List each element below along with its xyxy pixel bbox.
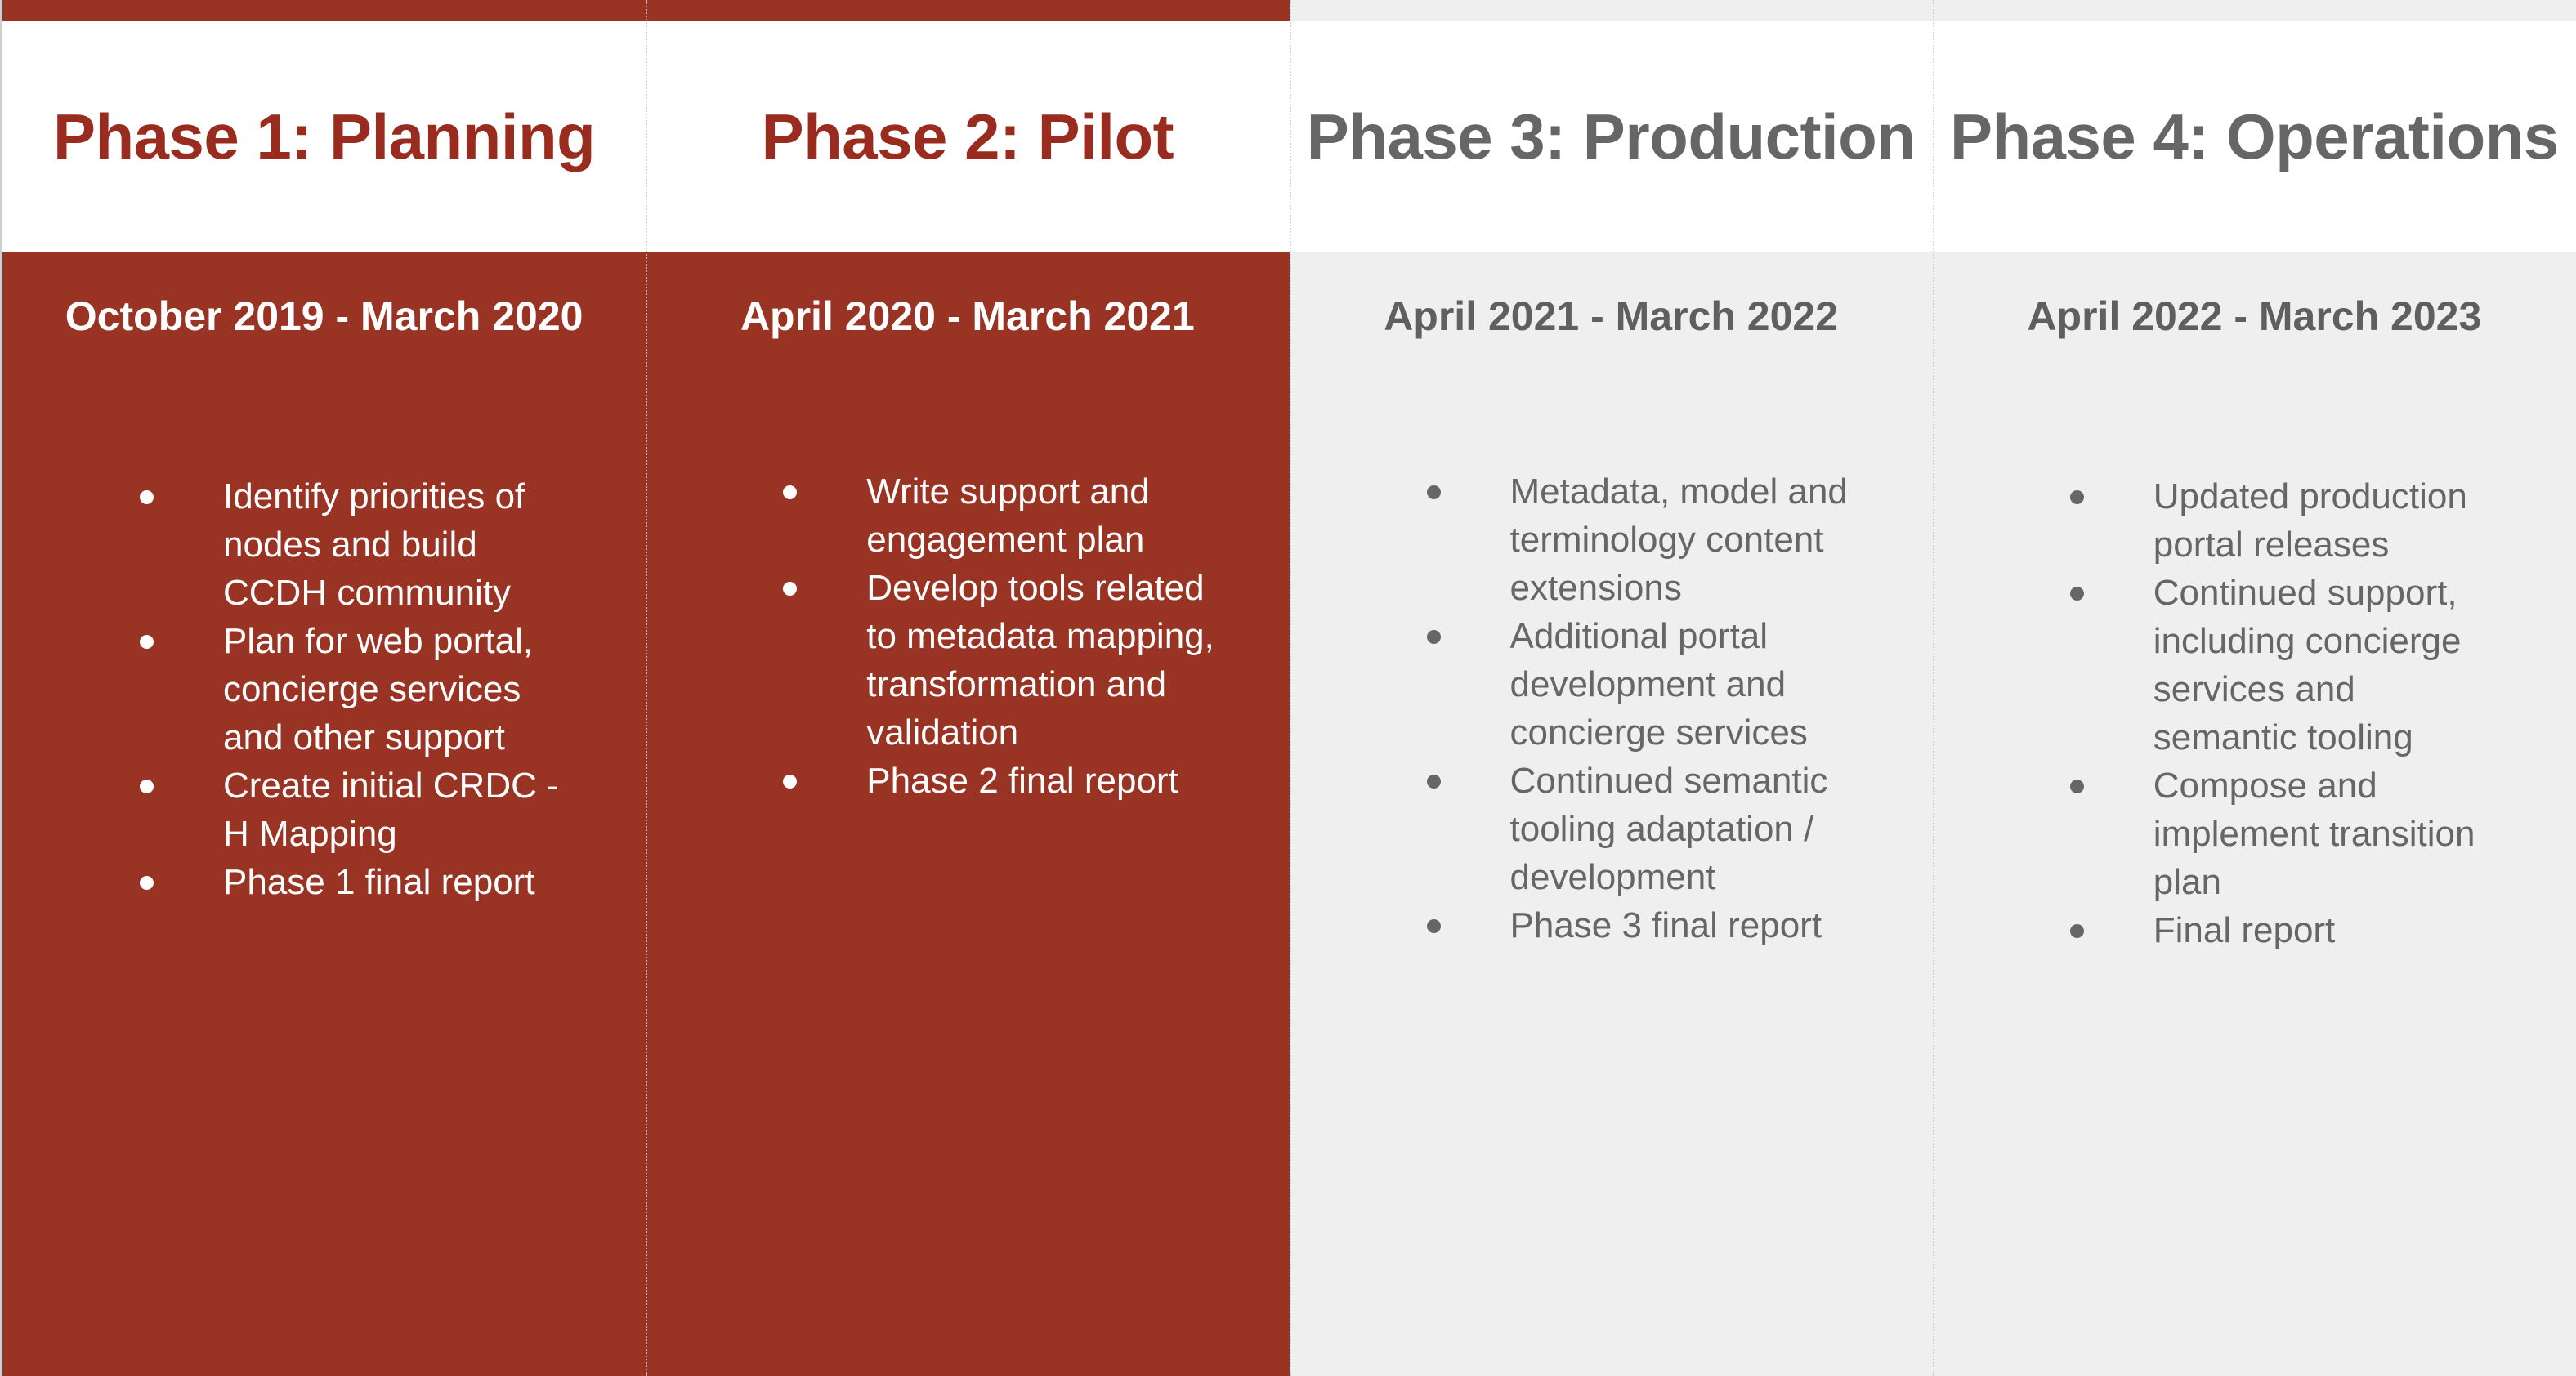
list-item: Create initial CRDC -H Mapping: [140, 762, 575, 858]
list-item: Phase 1 final report: [140, 858, 575, 906]
list-item: Develop tools related to metadata mappin…: [783, 564, 1226, 757]
phase-1-column: Phase 1: Planning October 2019 - March 2…: [2, 0, 646, 1376]
phase-1-dates: October 2019 - March 2020: [65, 293, 584, 339]
list-item: Additional portal development and concie…: [1426, 612, 1862, 757]
phase-1-title: Phase 1: Planning: [52, 100, 596, 172]
phase-4-body: April 2022 - March 2023 Updated producti…: [1932, 252, 2576, 1376]
phase-2-title: Phase 2: Pilot: [761, 100, 1174, 172]
phase-1-header: Phase 1: Planning: [2, 21, 646, 252]
phase-3-top-bar: [1289, 0, 1933, 21]
phase-3-column: Phase 3: Production April 2021 - March 2…: [1289, 0, 1933, 1376]
phase-3-header: Phase 3: Production: [1289, 21, 1933, 252]
list-item: Continued support, including concierge s…: [2069, 569, 2497, 762]
phase-4-header: Phase 4: Operations: [1932, 21, 2576, 252]
phase-1-task-list: Identify priorities of nodes and build C…: [140, 472, 575, 906]
list-item: Compose and implement transition plan: [2069, 762, 2497, 906]
list-item: Write support and engagement plan: [783, 467, 1226, 564]
list-item: Continued semantic tooling adaptation / …: [1426, 757, 1862, 901]
phase-2-column: Phase 2: Pilot April 2020 - March 2021 W…: [646, 0, 1290, 1376]
phase-2-task-list: Write support and engagement plan Develo…: [783, 467, 1226, 805]
phase-3-dates: April 2021 - March 2022: [1384, 293, 1839, 339]
phase-3-body: April 2021 - March 2022 Metadata, model …: [1289, 252, 1933, 1376]
list-item: Phase 3 final report: [1426, 901, 1862, 949]
list-item: Plan for web portal, concierge services …: [140, 617, 575, 762]
phase-timeline: Phase 1: Planning October 2019 - March 2…: [0, 0, 2576, 1376]
phase-1-top-bar: [2, 0, 646, 21]
phase-4-top-bar: [1932, 0, 2576, 21]
phase-2-dates: April 2020 - March 2021: [740, 293, 1195, 339]
phase-2-body: April 2020 - March 2021 Write support an…: [646, 252, 1290, 1376]
list-item: Metadata, model and terminology content …: [1426, 467, 1862, 612]
phase-4-title: Phase 4: Operations: [1949, 100, 2559, 172]
phase-4-dates: April 2022 - March 2023: [2027, 293, 2482, 339]
list-item: Phase 2 final report: [783, 757, 1226, 805]
phase-4-column: Phase 4: Operations April 2022 - March 2…: [1932, 0, 2576, 1376]
phase-2-header: Phase 2: Pilot: [646, 21, 1290, 252]
phase-4-task-list: Updated production portal releases Conti…: [2069, 472, 2497, 954]
phase-3-task-list: Metadata, model and terminology content …: [1426, 467, 1862, 949]
phase-3-title: Phase 3: Production: [1306, 100, 1916, 172]
phase-2-top-bar: [646, 0, 1290, 21]
list-item: Identify priorities of nodes and build C…: [140, 472, 575, 617]
list-item: Updated production portal releases: [2069, 472, 2497, 569]
phase-1-body: October 2019 - March 2020 Identify prior…: [2, 252, 646, 1376]
list-item: Final report: [2069, 906, 2497, 954]
